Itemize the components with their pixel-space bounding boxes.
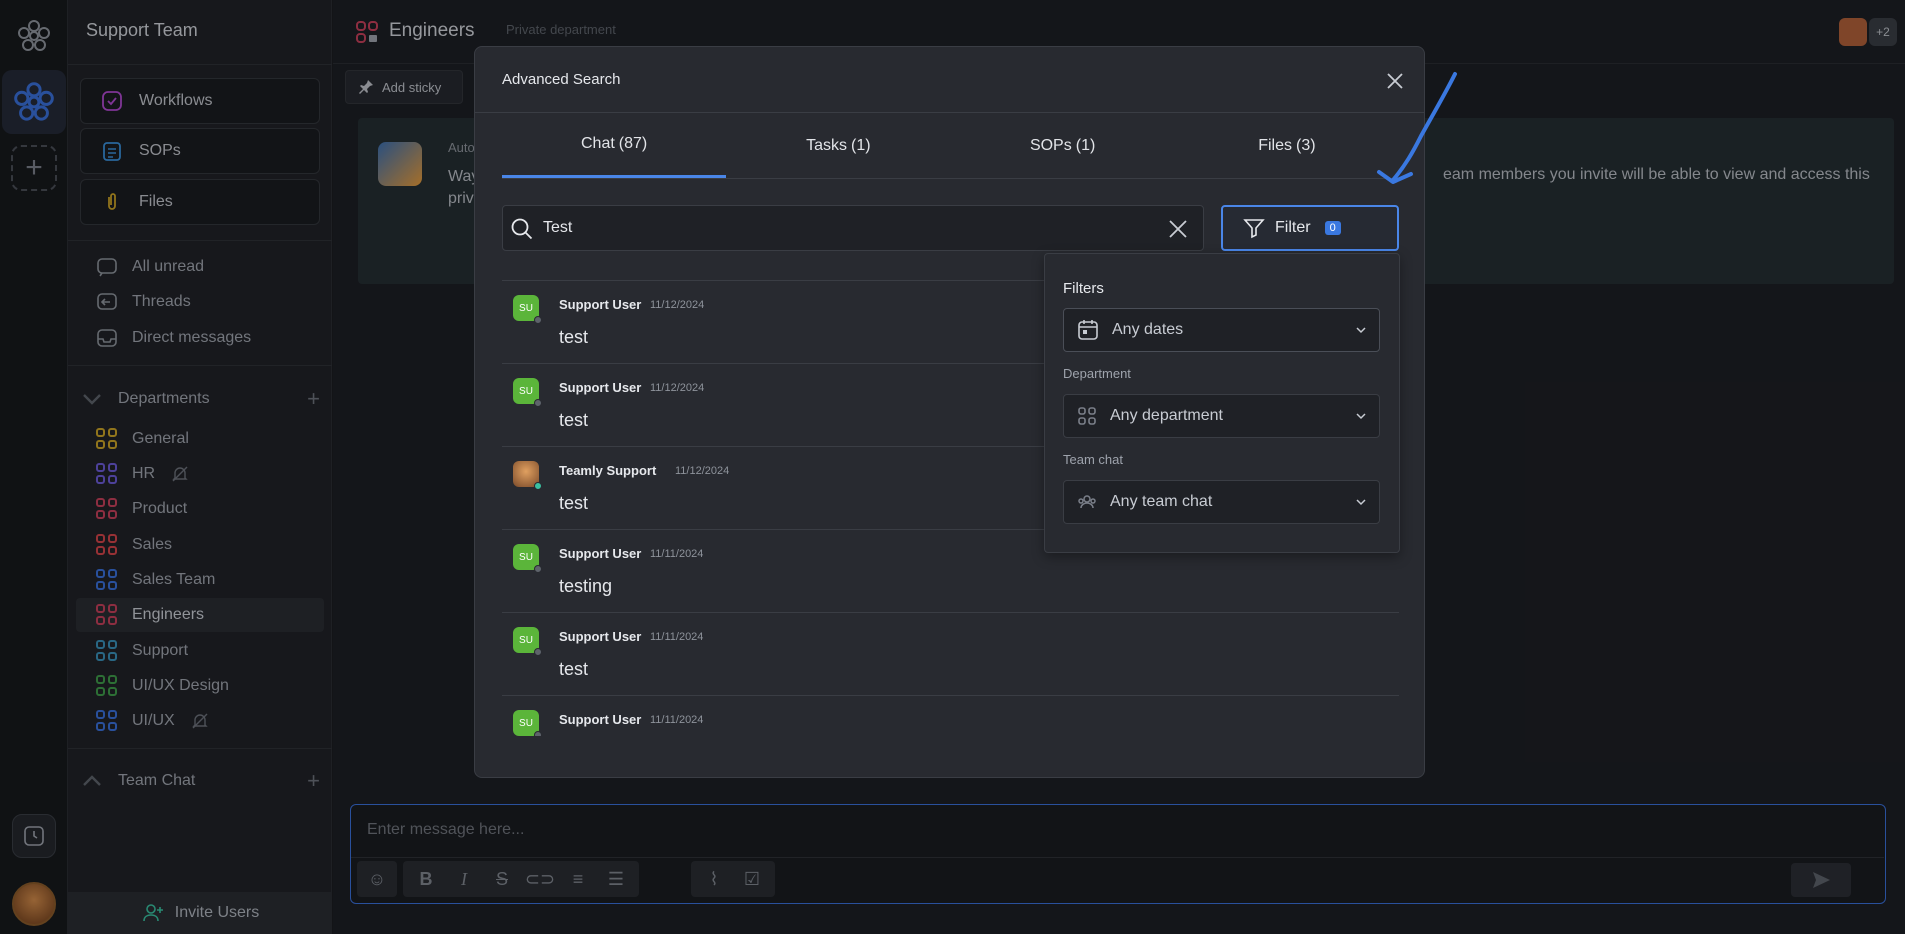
filter-count-badge: 0 — [1324, 221, 1341, 235]
presence-dot — [534, 316, 542, 324]
result-author: Support User — [559, 629, 642, 644]
clear-search-icon[interactable] — [1167, 218, 1189, 240]
date-filter-value: Any dates — [1112, 321, 1184, 338]
tab-label: SOPs — [1029, 136, 1072, 154]
tab-count: (87) — [618, 135, 648, 152]
chevron-down-icon — [1356, 499, 1366, 506]
team-chat-filter-label: Team chat — [1063, 452, 1123, 467]
result-tabs: Chat (87) Tasks (1) SOPs (1) Files (3) — [502, 113, 1399, 179]
team-icon — [1078, 495, 1096, 509]
result-author: Support User — [559, 546, 642, 561]
result-author: Support User — [559, 712, 642, 727]
funnel-icon — [1243, 219, 1265, 239]
presence-dot — [534, 648, 542, 656]
result-date: 11/12/2024 — [650, 382, 705, 394]
search-value[interactable]: Test — [543, 219, 572, 237]
calendar-icon — [1078, 320, 1098, 340]
presence-dot — [534, 482, 542, 490]
filter-label: Filter — [1275, 219, 1311, 236]
search-input[interactable]: Test — [502, 205, 1204, 251]
result-text: test — [559, 327, 589, 347]
filters-title: Filters — [1063, 280, 1104, 297]
advanced-search-modal: Advanced Search Chat (87) Tasks (1) SOPs (1) F… — [474, 46, 1425, 778]
tab-count: (1) — [1075, 136, 1096, 154]
filter-button[interactable]: Filter 0 — [1221, 205, 1399, 251]
annotation-arrow-icon — [1377, 72, 1457, 184]
tab-chat[interactable]: Chat (87) — [502, 113, 727, 178]
tab-sops[interactable]: SOPs (1) — [951, 113, 1175, 178]
chevron-down-icon — [1356, 413, 1366, 420]
tab-label: Tasks — [806, 136, 848, 154]
tab-label: Files — [1258, 136, 1292, 154]
result-text: test — [559, 659, 589, 679]
department-filter-label: Department — [1063, 366, 1131, 381]
result-text: test — [559, 410, 589, 430]
result-author: Support User — [559, 297, 642, 312]
result-author: Support User — [559, 380, 642, 395]
department-filter-value: Any department — [1110, 407, 1223, 424]
result-author: Teamly Support — [559, 463, 657, 478]
search-result-item[interactable]: SU Support User 11/11/2024 test — [502, 613, 1399, 696]
tab-label: Chat — [581, 135, 615, 152]
presence-dot — [534, 399, 542, 407]
department-icon — [1078, 407, 1096, 425]
tab-tasks[interactable]: Tasks (1) — [726, 113, 950, 178]
result-text: test — [559, 493, 589, 513]
presence-dot — [534, 731, 542, 736]
tab-files[interactable]: Files (3) — [1175, 113, 1399, 178]
search-icon — [511, 218, 533, 240]
filters-panel: Filters Any dates Department Any departm… — [1044, 253, 1400, 553]
tab-count: (3) — [1295, 136, 1316, 154]
team-chat-filter-select[interactable]: Any team chat — [1063, 480, 1380, 524]
result-date: 11/12/2024 — [650, 299, 705, 311]
result-date: 11/11/2024 — [650, 548, 704, 560]
modal-title: Advanced Search — [502, 71, 621, 88]
result-date: 11/12/2024 — [675, 465, 730, 477]
chevron-down-icon — [1356, 327, 1366, 334]
result-text: testing — [559, 576, 613, 596]
presence-dot — [534, 565, 542, 573]
date-filter-select[interactable]: Any dates — [1063, 308, 1380, 352]
search-result-item[interactable]: SU Support User 11/11/2024 — [502, 696, 1399, 736]
tab-count: (1) — [851, 136, 871, 154]
team-chat-filter-value: Any team chat — [1110, 493, 1213, 510]
result-date: 11/11/2024 — [650, 631, 704, 643]
result-date: 11/11/2024 — [650, 714, 704, 726]
department-filter-select[interactable]: Any department — [1063, 394, 1380, 438]
